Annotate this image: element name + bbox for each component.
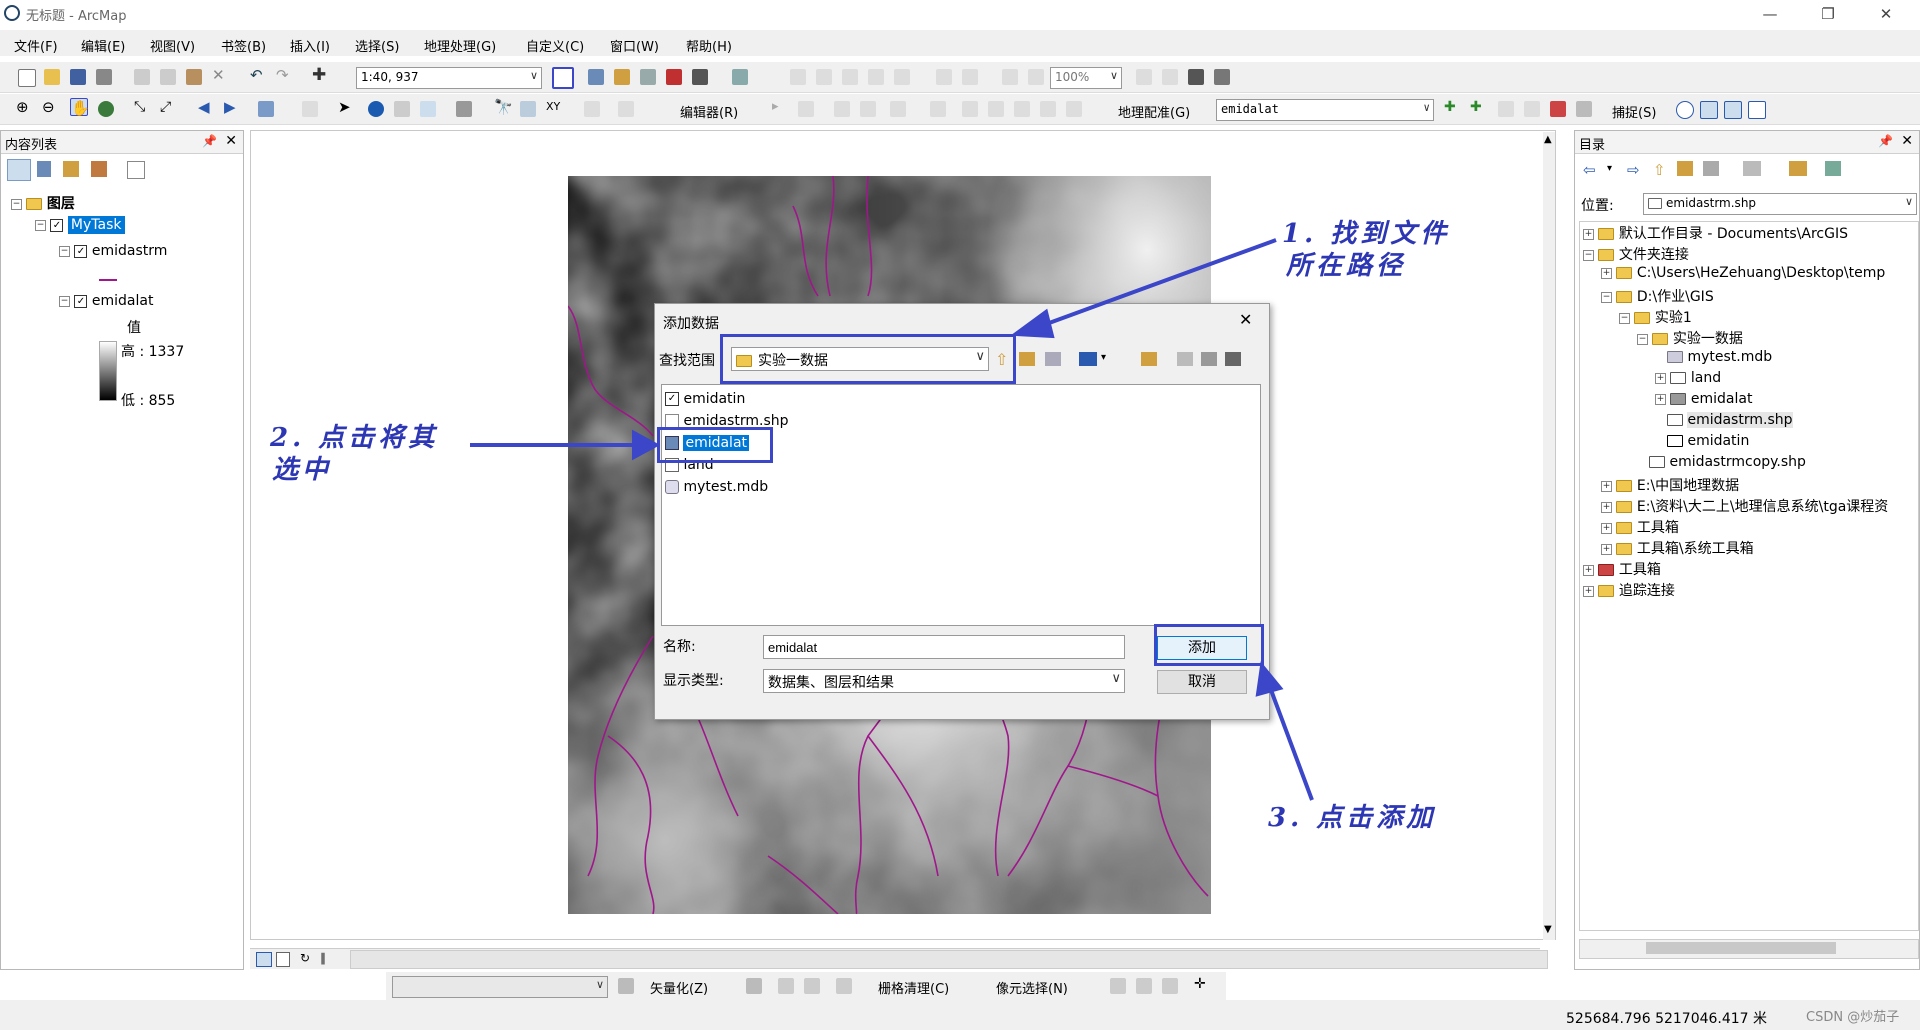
annotation-arrows [470,238,1314,801]
line-tracing-icon[interactable] [778,978,794,994]
target-layer-combo[interactable]: ∨ [392,976,608,998]
vectorize-icon[interactable] [746,978,762,994]
vectorization-menu[interactable]: 矢量化(Z) [650,978,708,997]
annotation-step1-line1: 1. 找到文件 [1282,219,1451,249]
eraser-icon[interactable] [836,978,852,994]
interactive-select-icon[interactable] [1136,978,1152,994]
annotation-step3: 3. 点击添加 [1268,803,1437,833]
raster-cleanup-menu[interactable]: 栅格清理(C) [878,978,949,997]
arrow-to-add [1266,681,1314,801]
annotation-step2-line1: 2. 点击将其 [270,423,439,453]
select-connected-cells-icon[interactable] [1110,978,1126,994]
coordinates-readout: 525684.796 5217046.417 米 [1566,1011,1768,1027]
clear-cells-icon[interactable] [1162,978,1178,994]
status-bar: 525684.796 5217046.417 米 CSDN @炒茄子 [0,1000,1920,1030]
watermark: CSDN @炒茄子 [1806,1010,1900,1025]
crosshair-icon[interactable]: ✛ [1194,976,1210,992]
chevron-down-icon: ∨ [595,978,604,991]
arrow-to-look-in [1029,238,1277,332]
annotation-step2-line2: 选中 [272,455,333,485]
arrowhead-look-in [1010,308,1055,339]
annotation-step1-line2: 所在路径 [1286,251,1407,281]
arrowhead-emidalat [632,429,661,461]
raster-settings-icon[interactable] [618,978,634,994]
arrowhead-add [1255,661,1284,697]
cell-selection-menu[interactable]: 像元选择(N) [996,978,1068,997]
pencil-icon[interactable] [804,978,820,994]
raster-toolbar: ∨ 矢量化(Z) 栅格清理(C) 像元选择(N) ✛ [386,972,1226,1000]
